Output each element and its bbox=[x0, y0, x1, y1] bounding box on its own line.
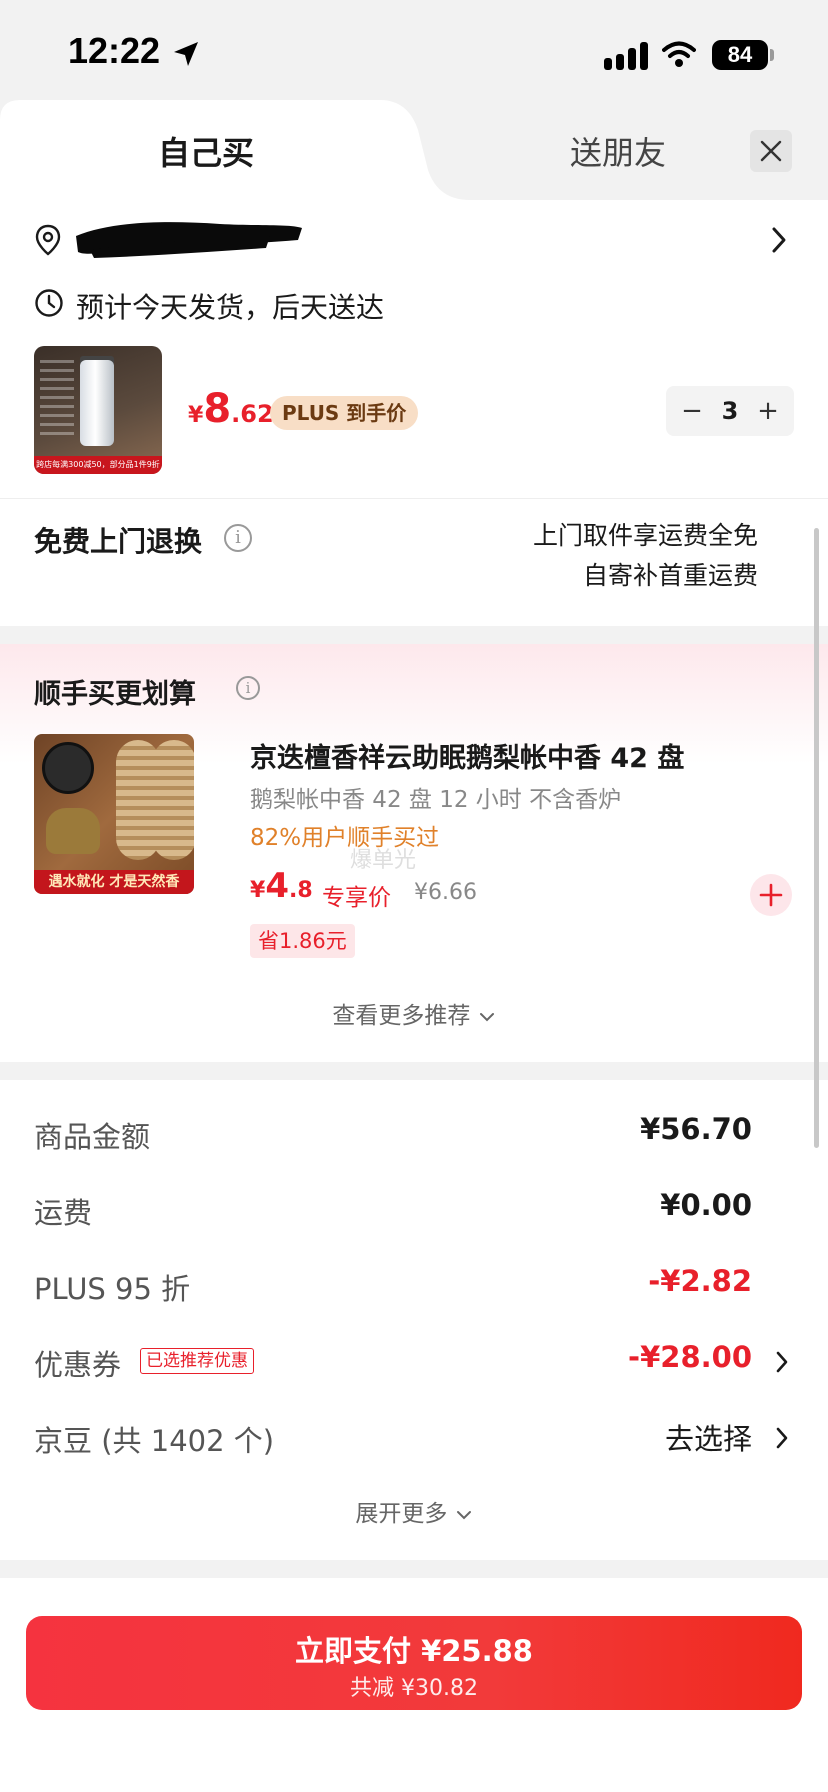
coupon-value: -¥28.00 bbox=[628, 1340, 752, 1374]
info-icon[interactable]: i bbox=[224, 524, 252, 552]
divider bbox=[0, 498, 828, 499]
savings-badge: 省1.86元 bbox=[250, 924, 355, 958]
recommendation-title: 顺手买更划算 bbox=[34, 679, 196, 710]
delivery-estimate: 预计今天发货，后天送达 bbox=[0, 280, 828, 330]
address-redaction bbox=[76, 222, 302, 258]
decrease-quantity-button[interactable]: − bbox=[680, 396, 704, 426]
recommended-product-spec: 鹅梨帐中香 42 盘 12 小时 不含香炉 bbox=[250, 787, 622, 813]
location-pin-icon bbox=[34, 224, 62, 260]
product-image[interactable]: 跨店每满300减50，部分品1件9折 bbox=[34, 346, 162, 474]
clock-icon bbox=[34, 288, 64, 322]
return-detail-self-ship: 自寄补首重运费 bbox=[582, 561, 758, 590]
jd-beans-label: 京豆 (共 1402 个) bbox=[34, 1424, 275, 1458]
product-price: ¥8.62 bbox=[188, 386, 274, 432]
plus-discount-row: PLUS 95 折 -¥2.82 bbox=[0, 1248, 828, 1324]
coupon-label: 优惠券 bbox=[34, 1348, 122, 1382]
total-discount-label: 共减 ¥30.82 bbox=[350, 1676, 478, 1701]
section-gap bbox=[0, 1062, 828, 1080]
return-detail-pickup: 上门取件享运费全免 bbox=[532, 521, 758, 550]
plus-discount-label: PLUS 95 折 bbox=[34, 1272, 191, 1306]
tab-active-background bbox=[0, 100, 470, 200]
recommended-product-name[interactable]: 京迭檀香祥云助眠鹅梨帐中香 42 盘 bbox=[250, 736, 684, 775]
goods-amount-value: ¥56.70 bbox=[640, 1112, 752, 1146]
chevron-down-icon bbox=[456, 1511, 471, 1520]
chevron-right-icon bbox=[774, 1350, 790, 1378]
shipping-value: ¥0.00 bbox=[660, 1188, 752, 1222]
original-price: ¥6.66 bbox=[414, 880, 477, 905]
battery-tip bbox=[770, 49, 774, 61]
cart-product-row: 跨店每满300减50，部分品1件9折 ¥8.62 PLUS 到手价 − 3 + bbox=[0, 340, 828, 500]
location-arrow-icon bbox=[172, 40, 200, 72]
shipping-label: 运费 bbox=[34, 1196, 93, 1230]
plus-discount-value: -¥2.82 bbox=[648, 1264, 752, 1298]
chevron-right-icon bbox=[774, 1426, 790, 1454]
plus-price-badge: PLUS 到手价 bbox=[270, 396, 419, 430]
signal-icon bbox=[604, 42, 648, 70]
delivery-text: 预计今天发货，后天送达 bbox=[76, 291, 385, 324]
jd-beans-select: 去选择 bbox=[664, 1422, 752, 1456]
wifi-icon bbox=[662, 40, 696, 72]
status-bar: 12:22 84 bbox=[0, 0, 828, 100]
section-gap bbox=[0, 1560, 828, 1578]
jd-beans-row[interactable]: 京豆 (共 1402 个) 去选择 bbox=[0, 1400, 828, 1476]
battery-icon: 84 bbox=[712, 40, 768, 70]
info-icon[interactable]: i bbox=[236, 676, 260, 700]
coupon-recommended-badge: 已选推荐优惠 bbox=[140, 1348, 254, 1374]
shipping-row: 运费 ¥0.00 bbox=[0, 1172, 828, 1248]
pay-now-button[interactable]: 立即支付 ¥25.88 共减 ¥30.82 bbox=[26, 1616, 802, 1710]
return-title: 免费上门退换 bbox=[34, 525, 203, 558]
free-return-row: 免费上门退换 i 上门取件享运费全免 自寄补首重运费 bbox=[0, 500, 828, 626]
recommended-product-image[interactable]: 遇水就化 才是天然香 bbox=[34, 734, 194, 894]
chevron-down-icon bbox=[479, 1013, 494, 1022]
goods-amount-label: 商品金额 bbox=[34, 1120, 151, 1154]
close-button[interactable] bbox=[750, 130, 792, 172]
quantity-value[interactable]: 3 bbox=[722, 397, 739, 425]
view-more-recommendations[interactable]: 查看更多推荐 bbox=[0, 996, 828, 1030]
status-time: 12:22 bbox=[68, 30, 161, 71]
goods-amount-row: 商品金额 ¥56.70 bbox=[0, 1096, 828, 1172]
address-row[interactable] bbox=[0, 200, 828, 280]
section-gap bbox=[0, 626, 828, 644]
add-recommended-button[interactable] bbox=[750, 874, 792, 916]
scrollbar[interactable] bbox=[814, 528, 819, 1148]
chevron-right-icon bbox=[770, 226, 788, 258]
increase-quantity-button[interactable]: + bbox=[756, 396, 780, 426]
tab-self[interactable]: 自己买 bbox=[158, 128, 254, 174]
product-image-banner: 跨店每满300减50，部分品1件9折 bbox=[34, 456, 162, 474]
tab-friend[interactable]: 送朋友 bbox=[570, 128, 666, 174]
close-icon bbox=[760, 140, 782, 162]
recommended-price: ¥4.8 bbox=[250, 866, 313, 906]
pay-now-label: 立即支付 ¥25.88 bbox=[294, 1634, 533, 1668]
watermark: 爆单光 bbox=[350, 848, 417, 873]
purchase-mode-tabs: 自己买 送朋友 bbox=[0, 100, 828, 200]
recommendation-section: 顺手买更划算 i 遇水就化 才是天然香 京迭檀香祥云助眠鹅梨帐中香 42 盘 鹅… bbox=[0, 644, 828, 1062]
recommended-image-banner: 遇水就化 才是天然香 bbox=[34, 870, 194, 894]
expand-more[interactable]: 展开更多 bbox=[0, 1494, 828, 1528]
quantity-stepper: − 3 + bbox=[666, 386, 794, 436]
coupon-row[interactable]: 优惠券 已选推荐优惠 -¥28.00 bbox=[0, 1324, 828, 1400]
exclusive-price-label: 专享价 bbox=[322, 885, 391, 911]
plus-circle-icon bbox=[759, 883, 783, 907]
